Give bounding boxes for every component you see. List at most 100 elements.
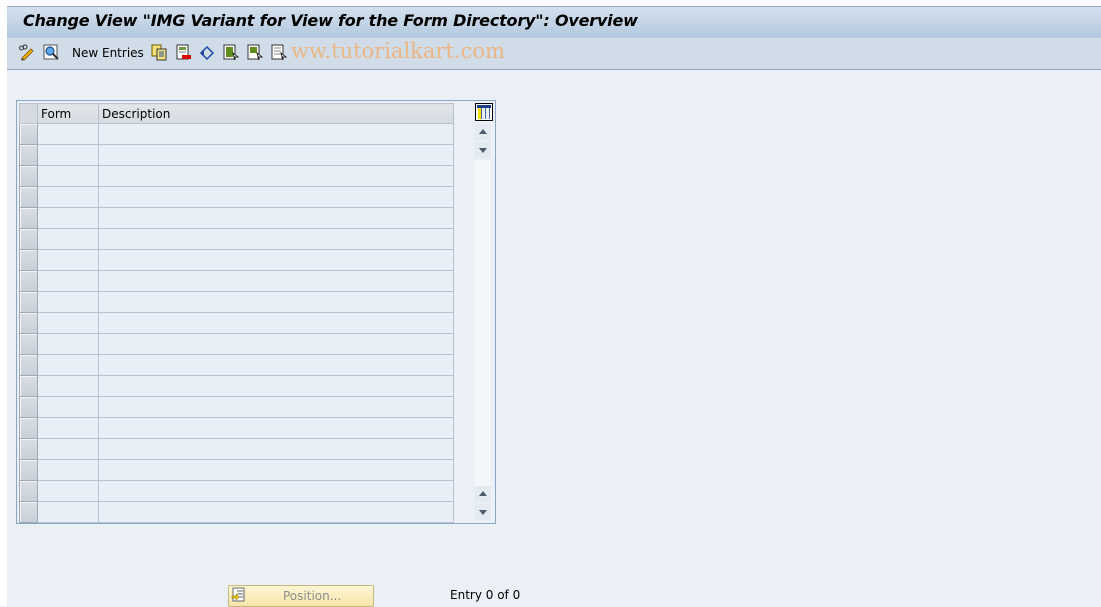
row-selector[interactable]: [19, 480, 38, 502]
row-selector[interactable]: [19, 207, 38, 229]
table-row: [19, 354, 454, 376]
cell-form[interactable]: [37, 501, 99, 523]
cell-description[interactable]: [98, 501, 454, 523]
cell-description[interactable]: [98, 165, 454, 187]
row-selector[interactable]: [19, 333, 38, 355]
row-selector[interactable]: [19, 459, 38, 481]
cell-form[interactable]: [37, 123, 99, 145]
cell-form[interactable]: [37, 144, 99, 166]
table-row: [19, 270, 454, 292]
cell-description[interactable]: [98, 207, 454, 229]
cell-description[interactable]: [98, 396, 454, 418]
cell-form[interactable]: [37, 228, 99, 250]
row-selector[interactable]: [19, 270, 38, 292]
cell-description[interactable]: [98, 459, 454, 481]
table-header-row: Form Description: [19, 103, 454, 124]
row-selector[interactable]: [19, 501, 38, 523]
vertical-scrollbar[interactable]: [475, 124, 491, 520]
table-row: [19, 186, 454, 208]
column-settings-icon[interactable]: [475, 103, 493, 121]
cell-form[interactable]: [37, 333, 99, 355]
row-selector[interactable]: [19, 123, 38, 145]
cell-description[interactable]: [98, 312, 454, 334]
scroll-line-down-button[interactable]: [475, 142, 491, 158]
cell-form[interactable]: [37, 396, 99, 418]
table-row: [19, 291, 454, 313]
watermark: ww.tutorialkart.com: [291, 39, 505, 63]
title-bar: Change View "IMG Variant for View for th…: [7, 6, 1101, 39]
details-icon[interactable]: [43, 44, 60, 61]
cell-description[interactable]: [98, 144, 454, 166]
cell-description[interactable]: [98, 123, 454, 145]
cell-form[interactable]: [37, 291, 99, 313]
cell-description[interactable]: [98, 480, 454, 502]
table-row: [19, 396, 454, 418]
scroll-line-up-button[interactable]: [475, 486, 491, 502]
left-edge: [0, 0, 7, 606]
table-row: [19, 165, 454, 187]
column-header-description[interactable]: Description: [98, 103, 454, 124]
page-title: Change View "IMG Variant for View for th…: [23, 11, 638, 30]
column-header-form[interactable]: Form: [37, 103, 99, 124]
table-row: [19, 417, 454, 439]
scroll-page-down-button[interactable]: [475, 504, 491, 520]
cell-description[interactable]: [98, 228, 454, 250]
table-control: Form Description: [16, 100, 496, 524]
new-entries-button[interactable]: New Entries: [72, 46, 144, 60]
cell-description[interactable]: [98, 438, 454, 460]
row-selector[interactable]: [19, 144, 38, 166]
cell-form[interactable]: [37, 249, 99, 271]
table-row: [19, 501, 454, 523]
position-button-label: Position...: [283, 589, 342, 603]
row-selector[interactable]: [19, 438, 38, 460]
copy-as-icon[interactable]: [151, 44, 168, 61]
row-selector[interactable]: [19, 291, 38, 313]
cell-description[interactable]: [98, 291, 454, 313]
undo-change-icon[interactable]: [199, 44, 216, 61]
table-row: [19, 123, 454, 145]
table-row: [19, 249, 454, 271]
row-selector[interactable]: [19, 375, 38, 397]
cell-form[interactable]: [37, 417, 99, 439]
cell-description[interactable]: [98, 375, 454, 397]
delete-icon[interactable]: [175, 44, 192, 61]
cell-form[interactable]: [37, 438, 99, 460]
table-row: [19, 459, 454, 481]
scroll-track[interactable]: [475, 160, 491, 492]
select-all-rows-button[interactable]: [19, 103, 38, 124]
table-row: [19, 228, 454, 250]
row-selector[interactable]: [19, 312, 38, 334]
cell-description[interactable]: [98, 333, 454, 355]
cell-description[interactable]: [98, 270, 454, 292]
select-block-icon[interactable]: [247, 44, 264, 61]
table-row: [19, 312, 454, 334]
cell-form[interactable]: [37, 186, 99, 208]
row-selector[interactable]: [19, 165, 38, 187]
cell-form[interactable]: [37, 459, 99, 481]
deselect-all-icon[interactable]: [271, 44, 288, 61]
position-button[interactable]: Position...: [228, 585, 374, 607]
cell-description[interactable]: [98, 186, 454, 208]
cell-form[interactable]: [37, 270, 99, 292]
cell-form[interactable]: [37, 165, 99, 187]
cell-form[interactable]: [37, 354, 99, 376]
row-selector[interactable]: [19, 417, 38, 439]
row-selector[interactable]: [19, 186, 38, 208]
cell-form[interactable]: [37, 207, 99, 229]
data-table: Form Description: [19, 103, 454, 523]
cell-description[interactable]: [98, 354, 454, 376]
cell-form[interactable]: [37, 312, 99, 334]
cell-description[interactable]: [98, 249, 454, 271]
row-selector[interactable]: [19, 354, 38, 376]
scroll-page-up-button[interactable]: [475, 124, 491, 140]
cell-form[interactable]: [37, 375, 99, 397]
display-change-icon[interactable]: [18, 44, 35, 61]
cell-form[interactable]: [37, 480, 99, 502]
select-all-icon[interactable]: [223, 44, 240, 61]
row-selector[interactable]: [19, 228, 38, 250]
row-selector[interactable]: [19, 249, 38, 271]
row-selector[interactable]: [19, 396, 38, 418]
table-body: [19, 123, 454, 523]
application-toolbar: New Entries ww.tutorialkart.com: [7, 38, 1101, 70]
cell-description[interactable]: [98, 417, 454, 439]
